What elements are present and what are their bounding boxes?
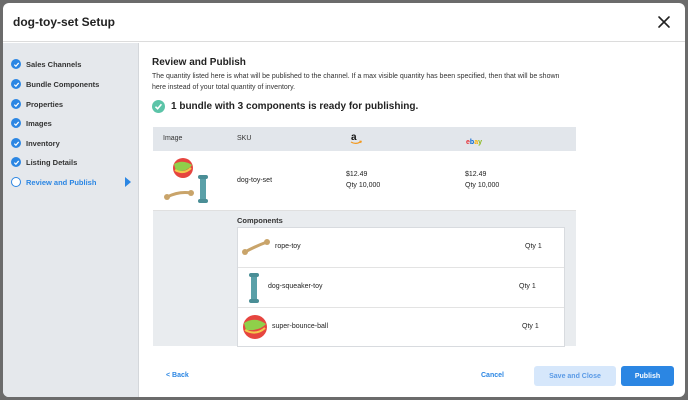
table-row: dog-toy-set $12.49 Qty 10,000 $12.49 Qty… [153, 151, 576, 211]
column-header-image: Image [163, 135, 183, 142]
back-button[interactable]: < Back [166, 372, 189, 379]
cancel-button[interactable]: Cancel [481, 372, 504, 379]
sidebar-item-label: Listing Details [26, 157, 78, 167]
sidebar-item-bundle-components[interactable]: Bundle Components [11, 76, 135, 92]
amazon-qty: Qty 10,000 [346, 182, 381, 189]
components-section: Components rope-toy Qty 1 dog-squeaker-t [153, 211, 576, 347]
sidebar-item-label: Images [26, 118, 52, 128]
list-item: super-bounce-ball Qty 1 [238, 308, 564, 348]
close-icon[interactable] [655, 13, 673, 31]
page-description: The quantity listed here is what will be… [152, 73, 560, 91]
component-name: dog-squeaker-toy [268, 283, 323, 290]
save-and-close-button[interactable]: Save and Close [534, 366, 616, 386]
svg-text:a: a [351, 132, 357, 143]
sidebar-item-label: Review and Publish [26, 177, 97, 187]
squeaker-toy-image [248, 272, 260, 309]
check-icon [11, 118, 21, 128]
component-qty: Qty 1 [522, 323, 539, 330]
check-circle-icon [152, 100, 165, 113]
column-header-sku: SKU [237, 135, 252, 142]
check-icon [11, 157, 21, 167]
page-title: Review and Publish [152, 57, 246, 68]
check-icon [11, 99, 21, 109]
publish-table: Image SKU a ebay dog-toy-set $12.49 Qty … [153, 127, 576, 347]
ebay-price: $12.49 [465, 171, 487, 178]
check-icon [11, 59, 21, 69]
step-circle-icon [11, 177, 21, 187]
ebay-logo-icon: ebay [466, 133, 482, 151]
sidebar-item-review-and-publish[interactable]: Review and Publish [11, 174, 135, 190]
current-step-arrow-icon [125, 177, 131, 187]
component-name: rope-toy [275, 243, 301, 250]
modal-title: dog-toy-set Setup [13, 15, 115, 29]
amazon-price: $12.49 [346, 171, 368, 178]
modal-header: dog-toy-set Setup [3, 3, 685, 42]
ebay-qty: Qty 10,000 [465, 182, 500, 189]
sidebar-item-label: Bundle Components [26, 79, 100, 89]
rope-toy-image [242, 236, 270, 263]
steps-sidebar: Sales Channels Bundle Components Propert… [3, 43, 139, 397]
check-icon [11, 79, 21, 89]
main-content: Review and Publish The quantity listed h… [140, 43, 685, 397]
components-title: Components [237, 216, 283, 225]
components-list: rope-toy Qty 1 dog-squeaker-toy Qty 1 su… [237, 227, 565, 347]
component-name: super-bounce-ball [272, 323, 329, 330]
component-qty: Qty 1 [525, 243, 542, 250]
publish-button[interactable]: Publish [621, 366, 674, 386]
amazon-logo-icon: a [349, 131, 363, 150]
sidebar-item-images[interactable]: Images [11, 115, 135, 131]
ready-banner: 1 bundle with 3 components is ready for … [152, 100, 418, 113]
component-qty: Qty 1 [519, 283, 536, 290]
ready-message: 1 bundle with 3 components is ready for … [171, 101, 419, 112]
sidebar-item-inventory[interactable]: Inventory [11, 135, 135, 151]
bounce-ball-image [241, 313, 269, 346]
check-icon [11, 138, 21, 148]
sidebar-item-listing-details[interactable]: Listing Details [11, 154, 135, 170]
sidebar-item-label: Sales Channels [26, 59, 82, 69]
sidebar-item-properties[interactable]: Properties [11, 96, 135, 112]
svg-text:ebay: ebay [466, 139, 482, 146]
list-item: rope-toy Qty 1 [238, 228, 564, 268]
list-item: dog-squeaker-toy Qty 1 [238, 268, 564, 308]
bundle-sku: dog-toy-set [237, 177, 273, 184]
table-header: Image SKU a ebay [153, 127, 576, 151]
sidebar-item-label: Inventory [26, 138, 60, 148]
setup-modal: dog-toy-set Setup Sales Channels Bundle … [3, 3, 685, 397]
bundle-image [161, 155, 209, 210]
sidebar-item-label: Properties [26, 99, 64, 109]
sidebar-item-sales-channels[interactable]: Sales Channels [11, 56, 135, 72]
